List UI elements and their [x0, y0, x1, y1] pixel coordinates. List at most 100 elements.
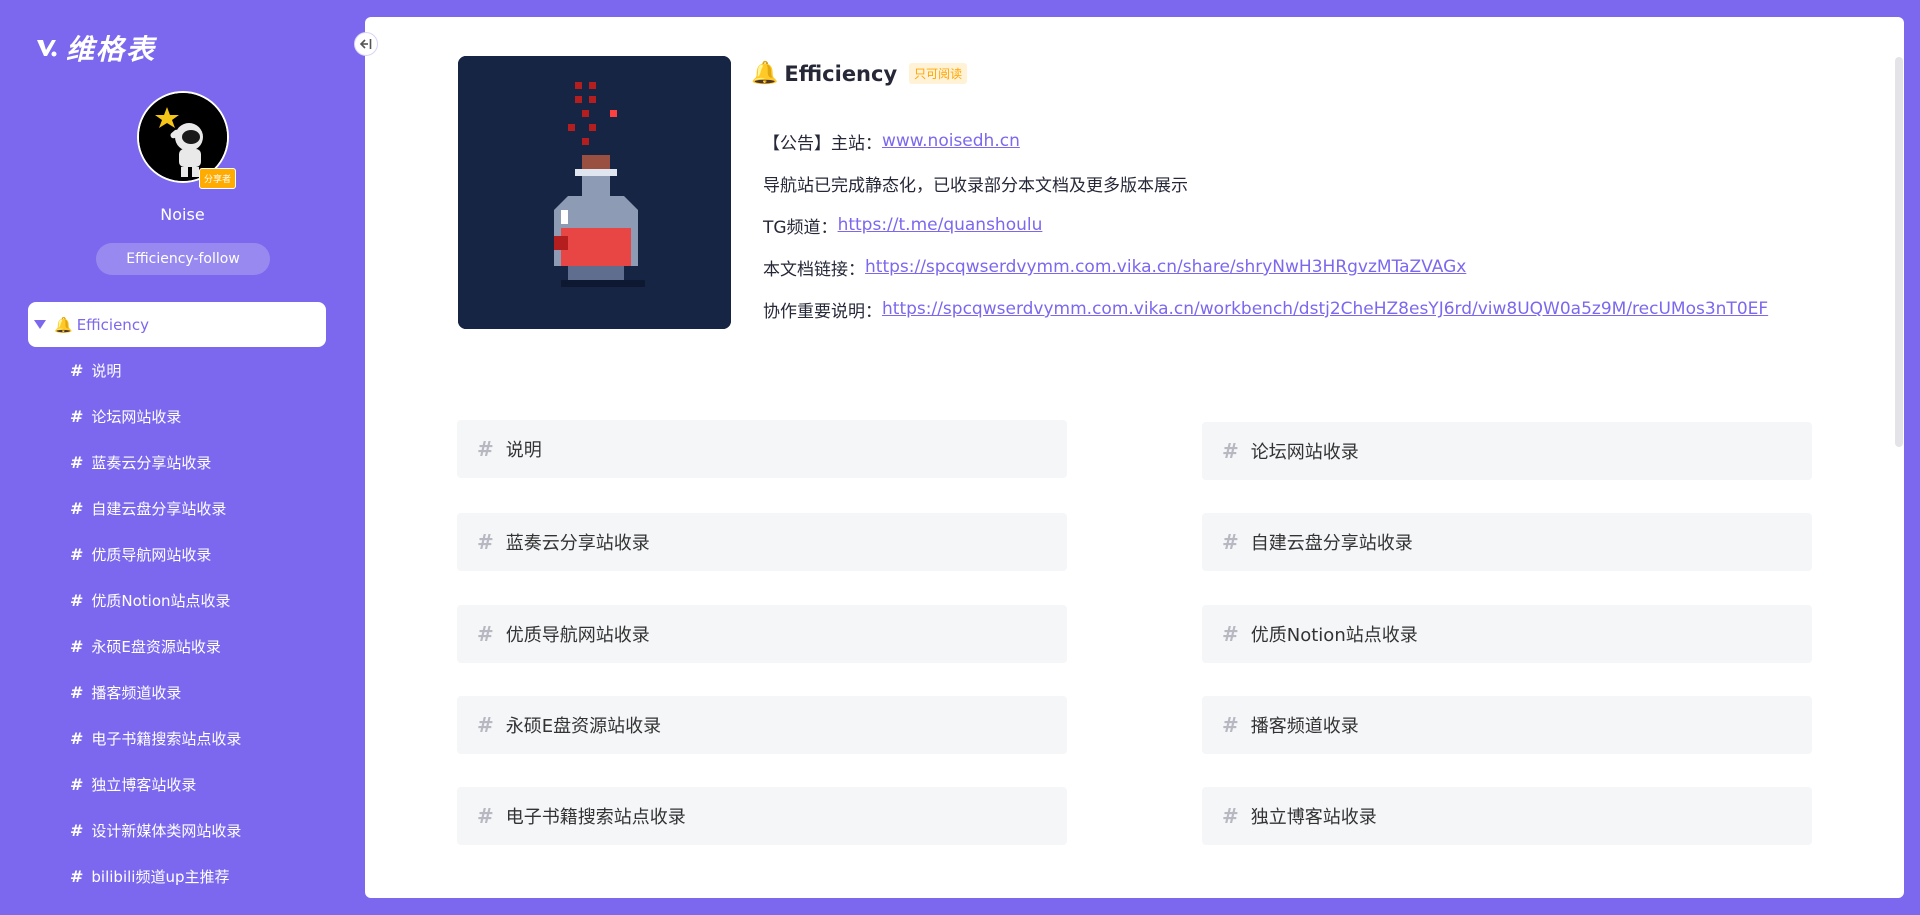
note-link[interactable]: www.noisedh.cn [882, 131, 1020, 151]
sidebar-item-label: 说明 [91, 361, 122, 380]
node-card-label: 优质导航网站收录 [505, 625, 650, 646]
note-link[interactable]: https://t.me/quanshoulu [838, 215, 1043, 235]
note-text: 导航站已完成静态化，已收录部分本文档及更多版本展示 [763, 175, 1188, 196]
note-text: TG频道： [763, 217, 838, 238]
sidebar-item-label: 优质导航网站收录 [91, 545, 212, 564]
sidebar-item[interactable]: # 论坛网站收录 [28, 393, 326, 439]
logo-icon [37, 40, 57, 57]
sidebar-item-label: 独立博客站收录 [91, 775, 197, 794]
node-card[interactable]: # 电子书籍搜索站点收录 [457, 787, 1067, 845]
sidebar: 维格表 分享者 Noise Efficiency-follow 🔔 Effici… [0, 0, 365, 915]
sidebar-item-label: 永硕E盘资源站收录 [91, 637, 221, 656]
sidebar-item[interactable]: # 播客频道收录 [28, 669, 326, 715]
cover-image [458, 56, 731, 329]
node-card-label: 独立博客站收录 [1250, 807, 1377, 828]
avatar[interactable]: 分享者 [137, 91, 236, 189]
sidebar-tree: 🔔 Efficiency # 说明 # 论坛网站收录 # 蓝奏云分享站收录 # 自建云盘… [28, 302, 326, 899]
sharer-badge: 分享者 [198, 168, 236, 189]
hash-icon: # [70, 774, 84, 794]
hash-icon: # [70, 682, 84, 702]
node-card-label: 自建云盘分享站收录 [1250, 533, 1413, 554]
note-link[interactable]: https://spcqwserdvymm.com.vika.cn/share/… [865, 257, 1466, 277]
node-card[interactable]: # 优质导航网站收录 [457, 605, 1067, 663]
hash-icon: # [477, 530, 494, 554]
sidebar-item[interactable]: # 电子书籍搜索站点收录 [28, 715, 326, 761]
description: 【公告】主站： www.noisedh.cn 导航站已完成静态化，已收录部分本文档… [763, 120, 1768, 330]
hash-icon: # [70, 866, 84, 886]
sidebar-item[interactable]: # 自建云盘分享站收录 [28, 485, 326, 531]
node-card[interactable]: # 自建云盘分享站收录 [1202, 513, 1812, 571]
hash-icon: # [70, 636, 84, 656]
sidebar-item[interactable]: # 独立博客站收录 [28, 761, 326, 807]
sidebar-item[interactable]: # 永硕E盘资源站收录 [28, 623, 326, 669]
node-card[interactable]: # 独立博客站收录 [1202, 787, 1812, 845]
hash-icon: # [1222, 804, 1239, 828]
app-name: 维格表 [66, 33, 157, 66]
hash-icon: # [1222, 622, 1239, 646]
bell-icon: 🔔 [54, 315, 73, 334]
hash-icon: # [1222, 713, 1239, 737]
hash-icon: # [477, 713, 494, 737]
readonly-badge: 只可阅读 [909, 63, 968, 84]
sidebar-item[interactable]: # 说明 [28, 347, 326, 393]
sidebar-item[interactable]: # 优质Notion站点收录 [28, 577, 326, 623]
hash-icon: # [70, 406, 84, 426]
page-title: Efficiency [784, 61, 898, 86]
node-card-label: 说明 [505, 440, 542, 461]
hash-icon: # [70, 728, 84, 748]
hash-icon: # [477, 437, 494, 461]
hash-icon: # [477, 804, 494, 828]
hash-icon: # [70, 544, 84, 564]
sidebar-item-label: 蓝奏云分享站收录 [91, 453, 212, 472]
node-card-label: 蓝奏云分享站收录 [505, 533, 650, 554]
node-card[interactable]: # 永硕E盘资源站收录 [457, 696, 1067, 754]
sidebar-item-label: bilibili频道up主推荐 [91, 867, 230, 886]
collapse-sidebar-button[interactable] [354, 32, 378, 56]
node-card[interactable]: # 蓝奏云分享站收录 [457, 513, 1067, 571]
sidebar-item-label: 论坛网站收录 [91, 407, 182, 426]
note-line: 导航站已完成静态化，已收录部分本文档及更多版本展示 [763, 162, 1768, 204]
sidebar-item[interactable]: # bilibili频道up主推荐 [28, 853, 326, 899]
sidebar-item-label: 播客频道收录 [91, 683, 182, 702]
node-card-label: 永硕E盘资源站收录 [505, 716, 662, 737]
hash-icon: # [70, 452, 84, 472]
node-card-label: 电子书籍搜索站点收录 [505, 807, 686, 828]
hash-icon: # [477, 622, 494, 646]
node-card[interactable]: # 论坛网站收录 [1202, 422, 1812, 480]
note-line: 协作重要说明： https://spcqwserdvymm.com.vika.cn… [763, 288, 1768, 330]
sidebar-item-label: 自建云盘分享站收录 [91, 499, 227, 518]
note-text: 本文档链接： [763, 259, 865, 280]
sidebar-item-label: 电子书籍搜索站点收录 [91, 729, 242, 748]
page-header: 🔔 Efficiency 只可阅读 [751, 61, 968, 86]
collapse-icon [359, 39, 372, 49]
sidebar-item[interactable]: # 蓝奏云分享站收录 [28, 439, 326, 485]
follow-button[interactable]: Efficiency-follow [96, 243, 270, 275]
hash-icon: # [70, 498, 84, 518]
hash-icon: # [70, 360, 84, 380]
app-logo[interactable]: 维格表 [34, 28, 156, 68]
caret-down-icon[interactable] [34, 320, 46, 329]
note-text: 协作重要说明： [763, 301, 882, 322]
main-panel: 🔔 Efficiency 只可阅读 【公告】主站： www.noisedh.cn … [365, 17, 1904, 898]
sidebar-item-label: 设计新媒体类网站收录 [91, 821, 242, 840]
sidebar-item-label: 优质Notion站点收录 [91, 591, 231, 610]
hash-icon: # [1222, 439, 1239, 463]
scrollbar[interactable] [1895, 57, 1903, 447]
node-card[interactable]: # 优质Notion站点收录 [1202, 605, 1812, 663]
username: Noise [160, 205, 205, 224]
node-card[interactable]: # 说明 [457, 420, 1067, 478]
note-line: 【公告】主站： www.noisedh.cn [763, 120, 1768, 162]
sidebar-item[interactable]: # 优质导航网站收录 [28, 531, 326, 577]
tree-root-efficiency[interactable]: 🔔 Efficiency [28, 302, 326, 347]
bell-icon: 🔔 [751, 61, 779, 86]
note-link[interactable]: https://spcqwserdvymm.com.vika.cn/workbe… [882, 299, 1768, 319]
note-line: TG频道： https://t.me/quanshoulu [763, 204, 1768, 246]
sidebar-item[interactable]: # 设计新媒体类网站收录 [28, 807, 326, 853]
note-line: 本文档链接： https://spcqwserdvymm.com.vika.cn/… [763, 246, 1768, 288]
node-card-label: 优质Notion站点收录 [1250, 625, 1418, 646]
node-card[interactable]: # 播客频道收录 [1202, 696, 1812, 754]
tree-root-label: Efficiency [76, 315, 149, 334]
potion-icon [458, 56, 731, 329]
hash-icon: # [70, 820, 84, 840]
node-card-label: 播客频道收录 [1250, 716, 1359, 737]
